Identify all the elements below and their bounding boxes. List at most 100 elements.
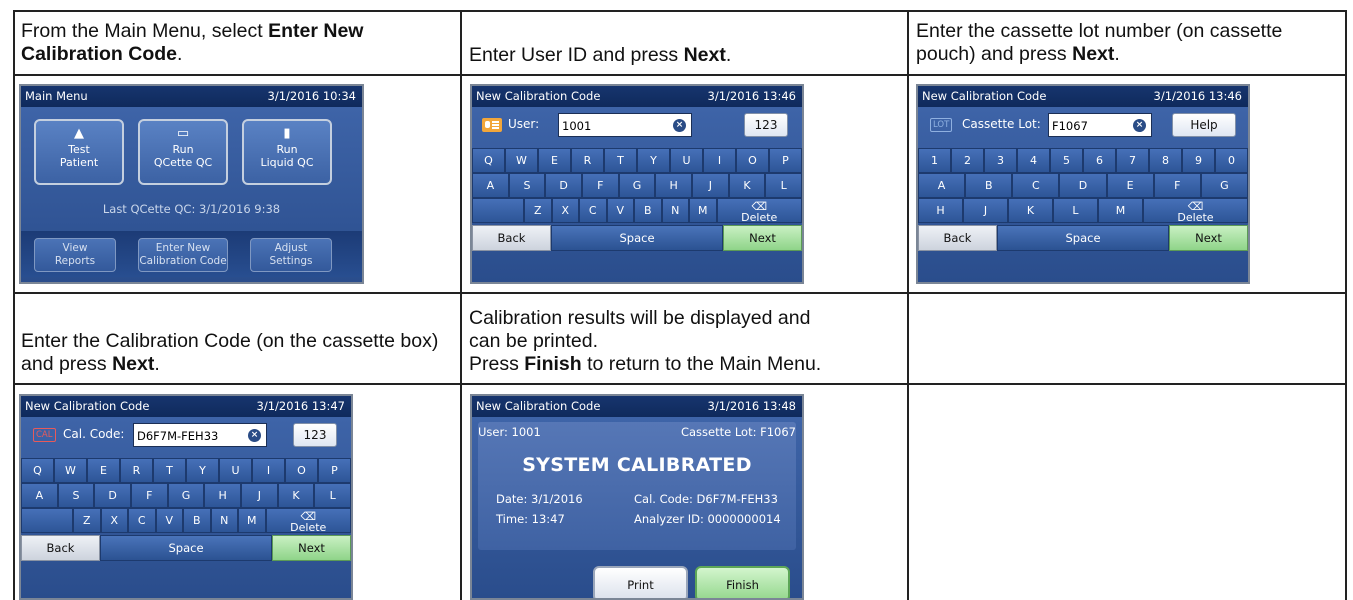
- enter-new-calibration-code-button[interactable]: Enter New Calibration Code: [138, 238, 228, 272]
- key-5[interactable]: 5: [1050, 148, 1083, 173]
- key-d[interactable]: D: [545, 173, 582, 198]
- key-r[interactable]: R: [571, 148, 604, 173]
- clear-icon[interactable]: ×: [673, 119, 686, 132]
- key-b[interactable]: B: [634, 198, 662, 223]
- key-j[interactable]: J: [241, 483, 278, 508]
- key-c[interactable]: C: [579, 198, 607, 223]
- key-l[interactable]: L: [765, 173, 802, 198]
- back-button[interactable]: Back: [918, 225, 997, 251]
- key-y[interactable]: Y: [186, 458, 219, 483]
- key-f[interactable]: F: [1153, 173, 1201, 198]
- key-h[interactable]: H: [204, 483, 241, 508]
- key-u[interactable]: U: [219, 458, 252, 483]
- key-a[interactable]: A: [21, 483, 58, 508]
- key-l[interactable]: L: [1053, 198, 1098, 223]
- key-g[interactable]: G: [1200, 173, 1248, 198]
- space-key[interactable]: Space: [997, 225, 1169, 251]
- help-button[interactable]: Help: [1172, 113, 1236, 137]
- key-b[interactable]: B: [183, 508, 211, 533]
- key-d[interactable]: D: [94, 483, 131, 508]
- user-id-field[interactable]: 1001 ×: [558, 113, 692, 137]
- test-patient-button[interactable]: ▲ Test Patient: [34, 119, 124, 185]
- space-key[interactable]: Space: [551, 225, 723, 251]
- key-s[interactable]: S: [508, 173, 546, 198]
- key-m[interactable]: M: [1098, 198, 1143, 223]
- key-o[interactable]: O: [285, 458, 318, 483]
- key-r[interactable]: R: [120, 458, 153, 483]
- space-key[interactable]: Space: [100, 535, 272, 561]
- numeric-toggle-button[interactable]: 123: [293, 423, 337, 447]
- key-9[interactable]: 9: [1182, 148, 1215, 173]
- key-a[interactable]: A: [918, 173, 966, 198]
- key-x[interactable]: X: [551, 198, 579, 223]
- delete-key[interactable]: ⌫ Delete: [716, 198, 802, 223]
- key-2[interactable]: 2: [951, 148, 984, 173]
- key-w[interactable]: W: [505, 148, 538, 173]
- key-t[interactable]: T: [604, 148, 637, 173]
- key-n[interactable]: N: [661, 198, 689, 223]
- key-7[interactable]: 7: [1116, 148, 1149, 173]
- key-p[interactable]: P: [769, 148, 802, 173]
- key-w[interactable]: W: [54, 458, 87, 483]
- key-h[interactable]: H: [918, 198, 963, 223]
- delete-key[interactable]: ⌫ Delete: [1143, 198, 1248, 223]
- key-d[interactable]: D: [1059, 173, 1107, 198]
- key-c[interactable]: C: [1012, 173, 1060, 198]
- key-p[interactable]: P: [318, 458, 351, 483]
- next-button[interactable]: Next: [272, 535, 351, 561]
- key-e[interactable]: E: [1106, 173, 1154, 198]
- key-g[interactable]: G: [618, 173, 656, 198]
- key-e[interactable]: E: [538, 148, 571, 173]
- key-4[interactable]: 4: [1017, 148, 1050, 173]
- view-reports-button[interactable]: View Reports: [34, 238, 116, 272]
- key-8[interactable]: 8: [1149, 148, 1182, 173]
- key-m[interactable]: M: [689, 198, 717, 223]
- key-b[interactable]: B: [965, 173, 1013, 198]
- key-l[interactable]: L: [314, 483, 351, 508]
- numeric-toggle-button[interactable]: 123: [744, 113, 788, 137]
- key-s[interactable]: S: [57, 483, 95, 508]
- key-m[interactable]: M: [238, 508, 266, 533]
- key-a[interactable]: A: [472, 173, 509, 198]
- back-button[interactable]: Back: [472, 225, 551, 251]
- key-t[interactable]: T: [153, 458, 186, 483]
- delete-key[interactable]: ⌫ Delete: [265, 508, 351, 533]
- key-h[interactable]: H: [655, 173, 692, 198]
- key-0[interactable]: 0: [1215, 148, 1248, 173]
- key-n[interactable]: N: [210, 508, 238, 533]
- key-f[interactable]: F: [582, 173, 619, 198]
- key-1[interactable]: 1: [918, 148, 951, 173]
- key-i[interactable]: I: [252, 458, 285, 483]
- key-blank[interactable]: [472, 198, 524, 223]
- run-liquid-qc-button[interactable]: ▮ Run Liquid QC: [242, 119, 332, 185]
- finish-button[interactable]: Finish: [695, 566, 790, 598]
- key-q[interactable]: Q: [472, 148, 505, 173]
- key-k[interactable]: K: [277, 483, 315, 508]
- key-z[interactable]: Z: [524, 198, 552, 223]
- adjust-settings-button[interactable]: Adjust Settings: [250, 238, 332, 272]
- key-q[interactable]: Q: [21, 458, 54, 483]
- key-c[interactable]: C: [128, 508, 156, 533]
- key-x[interactable]: X: [100, 508, 128, 533]
- key-j[interactable]: J: [692, 173, 729, 198]
- clear-icon[interactable]: ×: [248, 429, 261, 442]
- key-y[interactable]: Y: [637, 148, 670, 173]
- key-f[interactable]: F: [131, 483, 168, 508]
- next-button[interactable]: Next: [1169, 225, 1248, 251]
- back-button[interactable]: Back: [21, 535, 100, 561]
- key-z[interactable]: Z: [73, 508, 101, 533]
- key-3[interactable]: 3: [984, 148, 1017, 173]
- run-qcette-qc-button[interactable]: ▭ Run QCette QC: [138, 119, 228, 185]
- key-v[interactable]: V: [155, 508, 183, 533]
- next-button[interactable]: Next: [723, 225, 802, 251]
- calibration-code-field[interactable]: D6F7M-FEH33 ×: [133, 423, 267, 447]
- key-6[interactable]: 6: [1083, 148, 1116, 173]
- cassette-lot-field[interactable]: F1067 ×: [1048, 113, 1152, 137]
- key-k[interactable]: K: [728, 173, 766, 198]
- key-k[interactable]: K: [1008, 198, 1053, 223]
- key-g[interactable]: G: [167, 483, 205, 508]
- key-i[interactable]: I: [703, 148, 736, 173]
- print-button[interactable]: Print: [593, 566, 688, 598]
- key-e[interactable]: E: [87, 458, 120, 483]
- clear-icon[interactable]: ×: [1133, 119, 1146, 132]
